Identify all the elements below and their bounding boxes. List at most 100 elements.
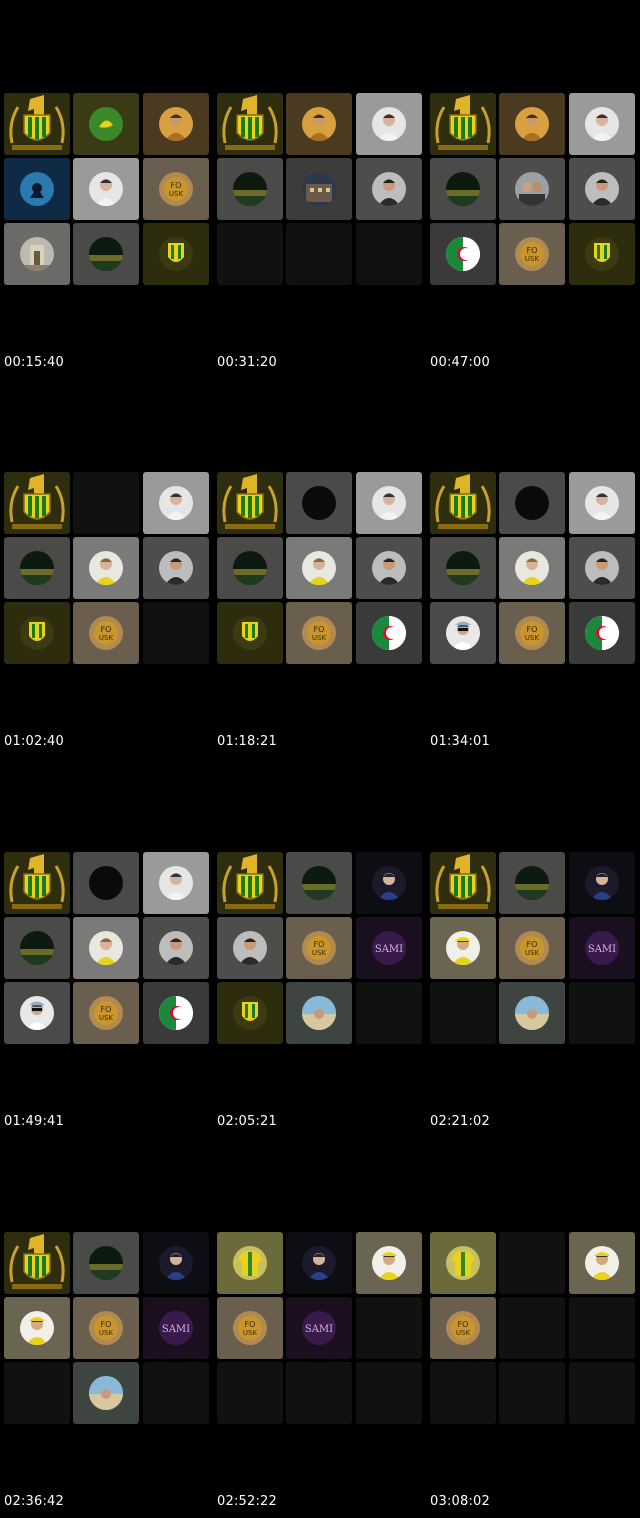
participant-tile[interactable] (430, 602, 496, 664)
participant-tile[interactable] (430, 537, 496, 599)
participant-tile[interactable] (143, 852, 209, 914)
participant-tile[interactable] (569, 93, 635, 155)
timestamp-label: 02:21:02 (430, 1114, 490, 1129)
participant-tile[interactable] (217, 982, 283, 1044)
participant-tile[interactable] (4, 472, 70, 534)
participant-tile[interactable] (143, 472, 209, 534)
participant-tile[interactable]: FO USK (430, 1297, 496, 1359)
participant-tile[interactable] (499, 852, 565, 914)
participant-tile[interactable]: FO USK (73, 982, 139, 1044)
participant-tile[interactable] (4, 602, 70, 664)
participant-tile[interactable] (430, 852, 496, 914)
participant-tile[interactable] (356, 852, 422, 914)
participant-tile[interactable] (499, 472, 565, 534)
participant-tile[interactable] (217, 93, 283, 155)
participant-tile[interactable] (286, 472, 352, 534)
participant-tile[interactable] (569, 158, 635, 220)
participant-tile[interactable] (569, 602, 635, 664)
participant-tile[interactable] (499, 982, 565, 1044)
participant-tile[interactable] (430, 158, 496, 220)
fo-usk-avatar-icon: FO USK (89, 996, 123, 1030)
participant-tile[interactable] (4, 982, 70, 1044)
participant-tile[interactable] (430, 472, 496, 534)
participant-tile[interactable] (569, 472, 635, 534)
participant-tile[interactable] (430, 1232, 496, 1294)
participant-tile[interactable] (4, 223, 70, 285)
participant-tile[interactable] (356, 602, 422, 664)
participant-tile[interactable] (286, 537, 352, 599)
participant-tile[interactable] (4, 158, 70, 220)
participant-tile[interactable] (499, 537, 565, 599)
participant-tile[interactable]: SAMI (286, 1297, 352, 1359)
participant-tile[interactable] (217, 602, 283, 664)
participant-tile[interactable] (430, 93, 496, 155)
kiosk-avatar-icon (20, 237, 54, 271)
participant-grid: FO USK (217, 472, 423, 666)
participant-tile[interactable] (73, 852, 139, 914)
participant-tile[interactable] (73, 223, 139, 285)
participant-tile[interactable] (217, 472, 283, 534)
participant-tile[interactable] (356, 537, 422, 599)
participant-tile[interactable] (73, 1232, 139, 1294)
participant-tile[interactable] (143, 1232, 209, 1294)
participant-tile[interactable] (286, 93, 352, 155)
participant-tile[interactable] (356, 472, 422, 534)
svg-text:USK: USK (99, 634, 114, 642)
participant-tile[interactable] (286, 1232, 352, 1294)
participant-tile[interactable] (569, 1232, 635, 1294)
stadium-avatar-icon (20, 551, 54, 585)
participant-tile[interactable] (286, 982, 352, 1044)
participant-tile[interactable]: FO USK (499, 917, 565, 979)
participant-tile[interactable] (4, 537, 70, 599)
yellow-cap-avatar-icon (20, 1311, 54, 1345)
participant-tile[interactable] (73, 537, 139, 599)
participant-tile[interactable]: FO USK (143, 158, 209, 220)
participant-tile[interactable] (430, 223, 496, 285)
participant-tile[interactable] (4, 1232, 70, 1294)
timestamp-label: 02:05:21 (217, 1114, 277, 1129)
participant-tile[interactable] (286, 852, 352, 914)
participant-tile[interactable] (356, 93, 422, 155)
participant-tile[interactable] (4, 852, 70, 914)
svg-text:FO: FO (458, 1320, 469, 1329)
participant-grid: FO USK SAMI (4, 1232, 210, 1426)
participant-tile[interactable] (4, 1297, 70, 1359)
participant-tile[interactable] (73, 1362, 139, 1424)
participant-tile[interactable]: SAMI (569, 917, 635, 979)
participant-tile[interactable] (356, 158, 422, 220)
participant-tile[interactable] (569, 537, 635, 599)
participant-tile[interactable]: SAMI (143, 1297, 209, 1359)
participant-tile[interactable] (143, 537, 209, 599)
participant-tile[interactable] (73, 917, 139, 979)
participant-tile[interactable] (143, 223, 209, 285)
participant-tile[interactable]: FO USK (73, 602, 139, 664)
man-grey-avatar-icon (585, 551, 619, 585)
participant-tile[interactable]: FO USK (217, 1297, 283, 1359)
participant-tile[interactable] (217, 158, 283, 220)
participant-tile[interactable] (569, 852, 635, 914)
participant-tile[interactable] (286, 158, 352, 220)
participant-tile[interactable] (569, 223, 635, 285)
participant-tile[interactable] (73, 93, 139, 155)
participant-tile[interactable] (4, 917, 70, 979)
participant-tile[interactable] (73, 158, 139, 220)
participant-tile[interactable] (499, 93, 565, 155)
participant-tile[interactable] (499, 158, 565, 220)
participant-tile[interactable] (430, 917, 496, 979)
participant-tile[interactable] (217, 1232, 283, 1294)
participant-tile[interactable]: FO USK (499, 223, 565, 285)
participant-tile[interactable] (143, 982, 209, 1044)
algeria-avatar-icon (446, 237, 480, 271)
participant-tile[interactable] (356, 1232, 422, 1294)
participant-tile[interactable]: SAMI (356, 917, 422, 979)
participant-tile[interactable] (143, 93, 209, 155)
participant-tile[interactable]: FO USK (286, 602, 352, 664)
participant-tile[interactable] (143, 917, 209, 979)
participant-tile[interactable]: FO USK (73, 1297, 139, 1359)
participant-tile[interactable]: FO USK (499, 602, 565, 664)
participant-tile[interactable] (217, 537, 283, 599)
participant-tile[interactable] (4, 93, 70, 155)
participant-tile[interactable] (217, 917, 283, 979)
participant-tile[interactable] (217, 852, 283, 914)
participant-tile[interactable]: FO USK (286, 917, 352, 979)
